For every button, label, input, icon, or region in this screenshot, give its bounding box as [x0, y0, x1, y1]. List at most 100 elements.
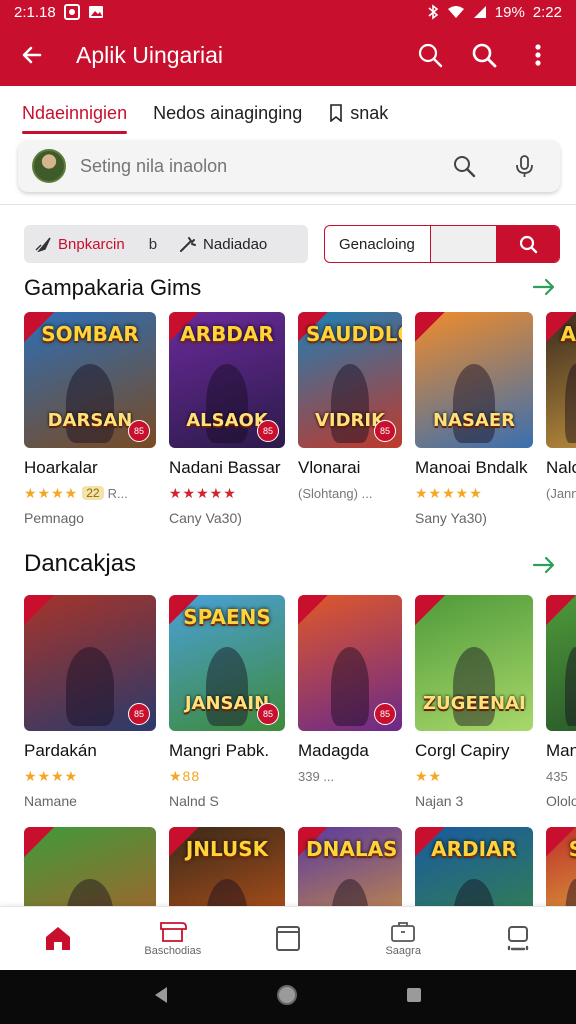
- triangle-back-icon: [155, 986, 167, 1003]
- game-title: Mangri Pabk.: [169, 741, 270, 760]
- game-thumbnail[interactable]: [546, 595, 576, 731]
- game-subtitle: Cany Va30): [169, 510, 242, 526]
- filter-search-button[interactable]: [497, 226, 559, 262]
- character-art: [66, 646, 114, 726]
- tab-label: Ndaeinnigien: [22, 102, 128, 123]
- status-clock: 2:22: [532, 3, 562, 21]
- game-logo-text: JNLUSK: [185, 837, 269, 861]
- bluetooth-icon: [427, 4, 439, 20]
- game-card[interactable]: 85 Madagda 339 ...: [298, 595, 402, 825]
- system-recents-button[interactable]: [405, 986, 423, 1009]
- game-thumbnail[interactable]: ZUGEENAI: [415, 595, 533, 731]
- home-icon: [45, 926, 70, 950]
- game-thumbnail[interactable]: AR: [546, 312, 576, 448]
- circle-home-icon: [277, 984, 297, 1005]
- game-card[interactable]: NASAER Manoai Bndalk ★★★★★ Sany Ya30): [415, 312, 533, 542]
- game-logo-text: AR: [560, 322, 576, 346]
- new-ribbon: [415, 595, 445, 625]
- square-recents-icon: [407, 987, 421, 1002]
- game-meta-text: (Slohtang) ...: [298, 485, 373, 501]
- game-logo-text: SAUDDLCK: [306, 322, 402, 346]
- game-card[interactable]: Mana 435 Ololo: [546, 595, 576, 825]
- filter-row: Bnpkarcin b Nadiadao Genacloing: [24, 224, 560, 264]
- search-submit-button[interactable]: [448, 150, 480, 182]
- tab-0[interactable]: Ndaeinnigien: [22, 86, 128, 140]
- shop-icon: [159, 921, 187, 942]
- filter-input[interactable]: [431, 226, 497, 262]
- age-rating-badge: 85: [257, 703, 279, 725]
- game-subtitle: Pemnago: [24, 510, 84, 526]
- section-see-more-button[interactable]: [532, 276, 560, 300]
- avatar[interactable]: [32, 149, 66, 183]
- nav-saagra[interactable]: Saagra: [346, 921, 461, 957]
- game-card[interactable]: ARBDAR ALSAOK 85 Nadani Bassar ★★★★★ Cany Va3…: [169, 312, 285, 542]
- game-thumbnail[interactable]: NASAER: [415, 312, 533, 448]
- page-title: Aplik Uingariai: [76, 41, 224, 68]
- nav-library[interactable]: [230, 924, 345, 954]
- tab-2[interactable]: snak: [328, 86, 388, 140]
- game-card[interactable]: SAUDDLCKVIDRIK85 Vlonarai (Slohtang) ...: [298, 312, 402, 542]
- status-bar: 2:1.18 19% 2:22: [0, 0, 576, 24]
- profile-icon: [508, 925, 529, 950]
- nav-profile[interactable]: [461, 925, 576, 953]
- game-rating-row: 435: [546, 767, 576, 785]
- star-rating: ★88: [169, 767, 201, 784]
- signal-icon: [473, 5, 487, 19]
- section-title: Dancakjas: [24, 550, 137, 577]
- system-back-button[interactable]: [153, 986, 169, 1009]
- game-title: Pardakán: [24, 741, 97, 760]
- search-input[interactable]: [80, 155, 448, 177]
- divider: [0, 204, 576, 205]
- game-row: SOMBAR DARSAN 85 Hoarkalar ★★★★ 22 R... Pemnago…: [24, 312, 576, 542]
- game-thumbnail[interactable]: 85: [24, 595, 156, 731]
- nav-shop[interactable]: Baschodias: [115, 921, 230, 957]
- nav-home[interactable]: [0, 925, 115, 953]
- filter-chip-2[interactable]: Nadiadao: [179, 236, 267, 253]
- game-subtitle: Najan 3: [415, 793, 464, 809]
- search-icon: [418, 43, 443, 68]
- voice-search-button[interactable]: [508, 150, 540, 182]
- game-subtitle: Ololo: [546, 793, 576, 809]
- game-card[interactable]: 85 Pardakán ★★★★ Namane: [24, 595, 156, 825]
- game-card[interactable]: SPAENS JANSAIN 85 Mangri Pabk. ★88 Nalnd S: [169, 595, 285, 825]
- new-ribbon: [24, 827, 54, 857]
- magic-wand-icon: [180, 237, 197, 252]
- tab-1[interactable]: Nedos ainaginging: [153, 86, 302, 140]
- game-thumbnail[interactable]: 85: [298, 595, 402, 731]
- filter-chip-1[interactable]: Bnpkarcin: [34, 236, 125, 253]
- game-subtitle: Nalnd S: [169, 793, 219, 809]
- search-button[interactable]: [414, 39, 446, 71]
- new-ribbon: [24, 595, 54, 625]
- game-logo-text: S: [554, 839, 576, 859]
- game-title: Nadani Bassar: [169, 458, 281, 477]
- mic-icon: [516, 155, 533, 177]
- game-card[interactable]: SOMBAR DARSAN 85 Hoarkalar ★★★★ 22 R... Pemnago: [24, 312, 156, 542]
- back-button[interactable]: [12, 35, 52, 75]
- rocket-icon: [35, 237, 51, 252]
- filter-field-label[interactable]: Genacloing: [325, 226, 431, 262]
- game-rating-row: 339 ...: [298, 767, 402, 785]
- overflow-menu-button[interactable]: [522, 39, 554, 71]
- game-card[interactable]: ZUGEENAI Corgl Capiry ★★ Najan 3: [415, 595, 533, 825]
- game-logo-text: DNALAS: [306, 837, 398, 861]
- new-ribbon: [298, 595, 328, 625]
- top-tabs: Ndaeinnigien Nedos ainaginging snak: [0, 86, 576, 140]
- search-secondary-button[interactable]: [468, 39, 500, 71]
- system-home-button[interactable]: [275, 983, 299, 1012]
- game-thumbnail[interactable]: ARBDAR ALSAOK 85: [169, 312, 285, 448]
- game-title: Vlonarai: [298, 458, 361, 477]
- filter-chip-group: Bnpkarcin b Nadiadao: [24, 225, 308, 263]
- age-rating-badge: 85: [257, 420, 279, 442]
- game-rating-row: ★88: [169, 767, 285, 785]
- game-rating-row: (Slohtang) ...: [298, 484, 402, 502]
- image-notification-icon: [88, 5, 104, 19]
- game-thumbnail[interactable]: SOMBAR DARSAN 85: [24, 312, 156, 448]
- tab-label: Nedos ainaginging: [153, 102, 303, 123]
- game-thumbnail[interactable]: SPAENS JANSAIN 85: [169, 595, 285, 731]
- game-thumbnail[interactable]: SAUDDLCKVIDRIK85: [298, 312, 402, 448]
- game-card[interactable]: AR Nalo (Janne: [546, 312, 576, 542]
- section-see-more-button[interactable]: [532, 554, 560, 578]
- app-bar: Aplik Uingariai: [0, 24, 576, 86]
- game-rating-row: ★★★★ 22 R...: [24, 484, 156, 502]
- star-rating: ★★★★: [24, 767, 79, 784]
